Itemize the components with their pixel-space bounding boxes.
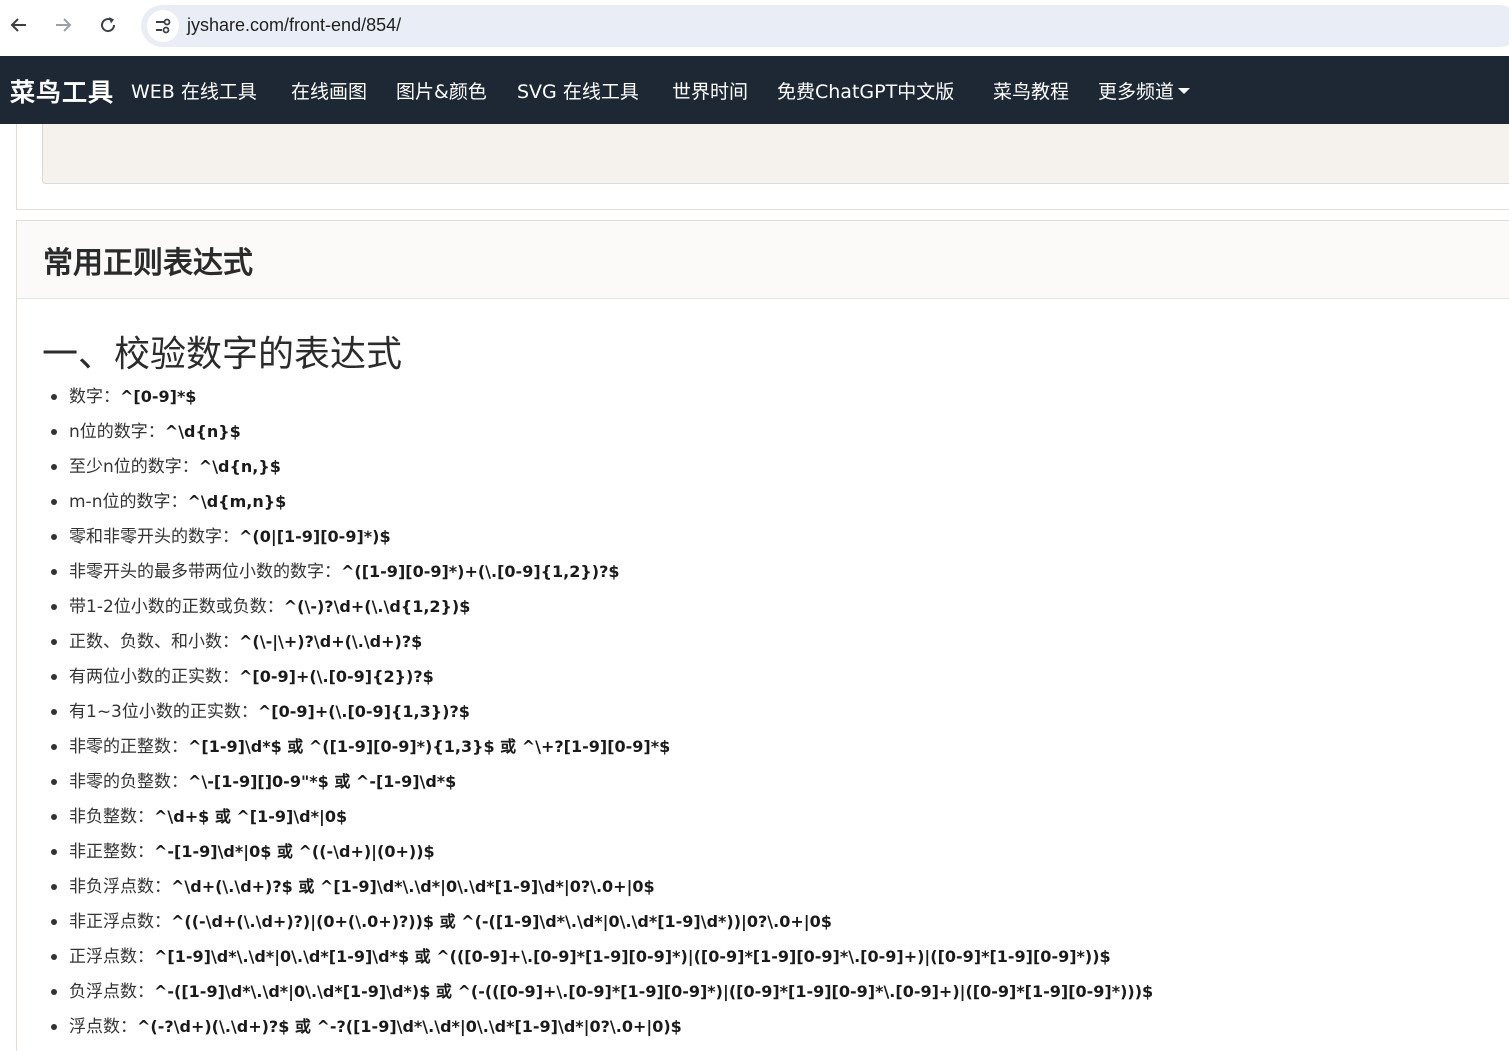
rule-label: 正数、负数、和小数：: [69, 632, 239, 652]
rule-expression: ^((-\d+(\.\d+)?)|(0+(\.0+)?))$ 或 ^(-([1-…: [171, 912, 832, 931]
list-item: 正浮点数：^[1-9]\d*\.\d*|0\.\d*[1-9]\d*$ 或 ^(…: [50, 939, 1153, 974]
rule-label: 至少n位的数字：: [69, 457, 199, 477]
nav-image-color[interactable]: 图片&颜色: [396, 77, 487, 104]
list-item: 非负浮点数：^\d+(\.\d+)?$ 或 ^[1-9]\d*\.\d*|0\.…: [50, 869, 1153, 904]
caret-down-icon: [1178, 88, 1191, 94]
rule-expression: ^[1-9]\d*\.\d*|0\.\d*[1-9]\d*$ 或 ^(([0-9…: [154, 947, 1111, 966]
list-item: 零和非零开头的数字：^(0|[1-9][0-9]*)$: [50, 519, 1153, 554]
rule-expression: ^[1-9]\d*$ 或 ^([1-9][0-9]*){1,3}$ 或 ^\+?…: [188, 737, 671, 756]
rule-expression: ^(-?\d+)(\.\d+)?$ 或 ^-?([1-9]\d*\.\d*|0\…: [137, 1017, 682, 1036]
rule-expression: ^(\-|\+)?\d+(\.\d+)?$: [239, 632, 423, 651]
list-item: 非正整数：^-[1-9]\d*|0$ 或 ^((-\d+)|(0+))$: [50, 834, 1153, 869]
rule-list: 数字：^[0-9]*$ n位的数字：^\d{n}$ 至少n位的数字：^\d{n,}$…: [50, 379, 1154, 1044]
rule-label: 非正浮点数：: [69, 912, 171, 932]
top-card: [16, 124, 1509, 210]
rule-expression: ^[0-9]+(\.[0-9]{2})?$: [239, 667, 434, 686]
rule-expression: ^\d{n,}$: [198, 457, 281, 476]
rule-expression: ^\d+$ 或 ^[1-9]\d*|0$: [154, 807, 348, 826]
rule-label: 零和非零开头的数字：: [69, 527, 239, 547]
list-item: 数字：^[0-9]*$: [50, 379, 1153, 414]
list-item: 浮点数：^(-?\d+)(\.\d+)?$ 或 ^-?([1-9]\d*\.\d…: [50, 1009, 1153, 1044]
browser-toolbar: jyshare.com/front-end/854/: [0, 0, 1509, 56]
list-item: 非负整数：^\d+$ 或 ^[1-9]\d*|0$: [50, 799, 1153, 834]
forward-arrow-icon[interactable]: [48, 10, 78, 40]
site-navbar: 菜鸟工具 WEB 在线工具 在线画图 图片&颜色 SVG 在线工具 世界时间 免…: [0, 56, 1509, 124]
card-header: 常用正则表达式: [17, 221, 1509, 299]
address-bar[interactable]: jyshare.com/front-end/854/: [141, 5, 1509, 47]
back-arrow-icon[interactable]: [4, 10, 34, 40]
list-item: 非零开头的最多带两位小数的数字：^([1-9][0-9]*)+(\.[0-9]{…: [50, 554, 1153, 589]
rule-label: 有1~3位小数的正实数：: [69, 702, 258, 722]
rule-expression: ^(0|[1-9][0-9]*)$: [239, 527, 391, 546]
rule-expression: ^\d{n}$: [164, 422, 241, 441]
rule-expression: ^[0-9]+(\.[0-9]{1,3})?$: [257, 702, 470, 721]
rule-label: 非零的负整数：: [69, 772, 188, 792]
nav-more-label: 更多频道: [1098, 81, 1175, 103]
rule-expression: ^\d+(\.\d+)?$ 或 ^[1-9]\d*\.\d*|0\.\d*[1-…: [171, 877, 655, 896]
rule-expression: ^([1-9][0-9]*)+(\.[0-9]{1,2})?$: [341, 562, 620, 581]
list-item: 非正浮点数：^((-\d+(\.\d+)?)|(0+(\.0+)?))$ 或 ^…: [50, 904, 1153, 939]
rule-label: 浮点数：: [69, 1017, 137, 1037]
card-title: 常用正则表达式: [43, 246, 253, 281]
rule-label: 负浮点数：: [69, 982, 154, 1002]
nav-more-channels[interactable]: 更多频道: [1098, 77, 1191, 104]
list-item: m-n位的数字：^\d{m,n}$: [50, 484, 1153, 519]
rule-label: 正浮点数：: [69, 947, 154, 967]
rule-expression: ^\-[1-9][]0-9"*$ 或 ^-[1-9]\d*$: [188, 772, 457, 791]
rule-label: m-n位的数字：: [69, 492, 188, 512]
list-item: 带1-2位小数的正数或负数：^(\-)?\d+(\.\d{1,2})$: [50, 589, 1153, 624]
list-item: 正数、负数、和小数：^(\-|\+)?\d+(\.\d+)?$: [50, 624, 1153, 659]
nav-tutorials[interactable]: 菜鸟教程: [993, 77, 1069, 104]
nav-world-time[interactable]: 世界时间: [672, 77, 748, 104]
nav-web-tools[interactable]: WEB 在线工具: [131, 77, 257, 104]
rule-label: 非正整数：: [69, 842, 154, 862]
rule-label: 非零开头的最多带两位小数的数字：: [69, 562, 341, 582]
section-title: 一、校验数字的表达式: [42, 334, 403, 375]
text-area-panel: [42, 124, 1509, 184]
url-text[interactable]: jyshare.com/front-end/854/: [187, 15, 401, 36]
list-item: 有1~3位小数的正实数：^[0-9]+(\.[0-9]{1,3})?$: [50, 694, 1153, 729]
rule-expression: ^\d{m,n}$: [187, 492, 287, 511]
rule-expression: ^-[1-9]\d*|0$ 或 ^((-\d+)|(0+))$: [154, 842, 435, 861]
rule-expression: ^(\-)?\d+(\.\d{1,2})$: [283, 597, 471, 616]
rule-label: 有两位小数的正实数：: [69, 667, 239, 687]
rule-expression: ^-([1-9]\d*\.\d*|0\.\d*[1-9]\d*)$ 或 ^(-(…: [154, 982, 1154, 1001]
nav-svg-tools[interactable]: SVG 在线工具: [517, 77, 639, 104]
list-item: n位的数字：^\d{n}$: [50, 414, 1153, 449]
list-item: 有两位小数的正实数：^[0-9]+(\.[0-9]{2})?$: [50, 659, 1153, 694]
rule-label: 带1-2位小数的正数或负数：: [69, 597, 284, 617]
rule-label: n位的数字：: [69, 422, 165, 442]
reload-icon[interactable]: [93, 10, 123, 40]
nav-chatgpt[interactable]: 免费ChatGPT中文版: [777, 77, 954, 104]
list-item: 非零的负整数：^\-[1-9][]0-9"*$ 或 ^-[1-9]\d*$: [50, 764, 1153, 799]
list-item: 非零的正整数：^[1-9]\d*$ 或 ^([1-9][0-9]*){1,3}$…: [50, 729, 1153, 764]
brand-logo[interactable]: 菜鸟工具: [10, 73, 114, 109]
rule-label: 非负浮点数：: [69, 877, 171, 897]
site-info-icon[interactable]: [147, 10, 179, 42]
regex-card: 常用正则表达式 一、校验数字的表达式 数字：^[0-9]*$ n位的数字：^\d{…: [16, 220, 1509, 1051]
rule-label: 数字：: [69, 387, 120, 407]
rule-expression: ^[0-9]*$: [120, 387, 197, 406]
nav-drawing[interactable]: 在线画图: [291, 77, 367, 104]
list-item: 负浮点数：^-([1-9]\d*\.\d*|0\.\d*[1-9]\d*)$ 或…: [50, 974, 1154, 1009]
rule-label: 非零的正整数：: [69, 737, 188, 757]
list-item: 至少n位的数字：^\d{n,}$: [50, 449, 1153, 484]
rule-label: 非负整数：: [69, 807, 154, 827]
